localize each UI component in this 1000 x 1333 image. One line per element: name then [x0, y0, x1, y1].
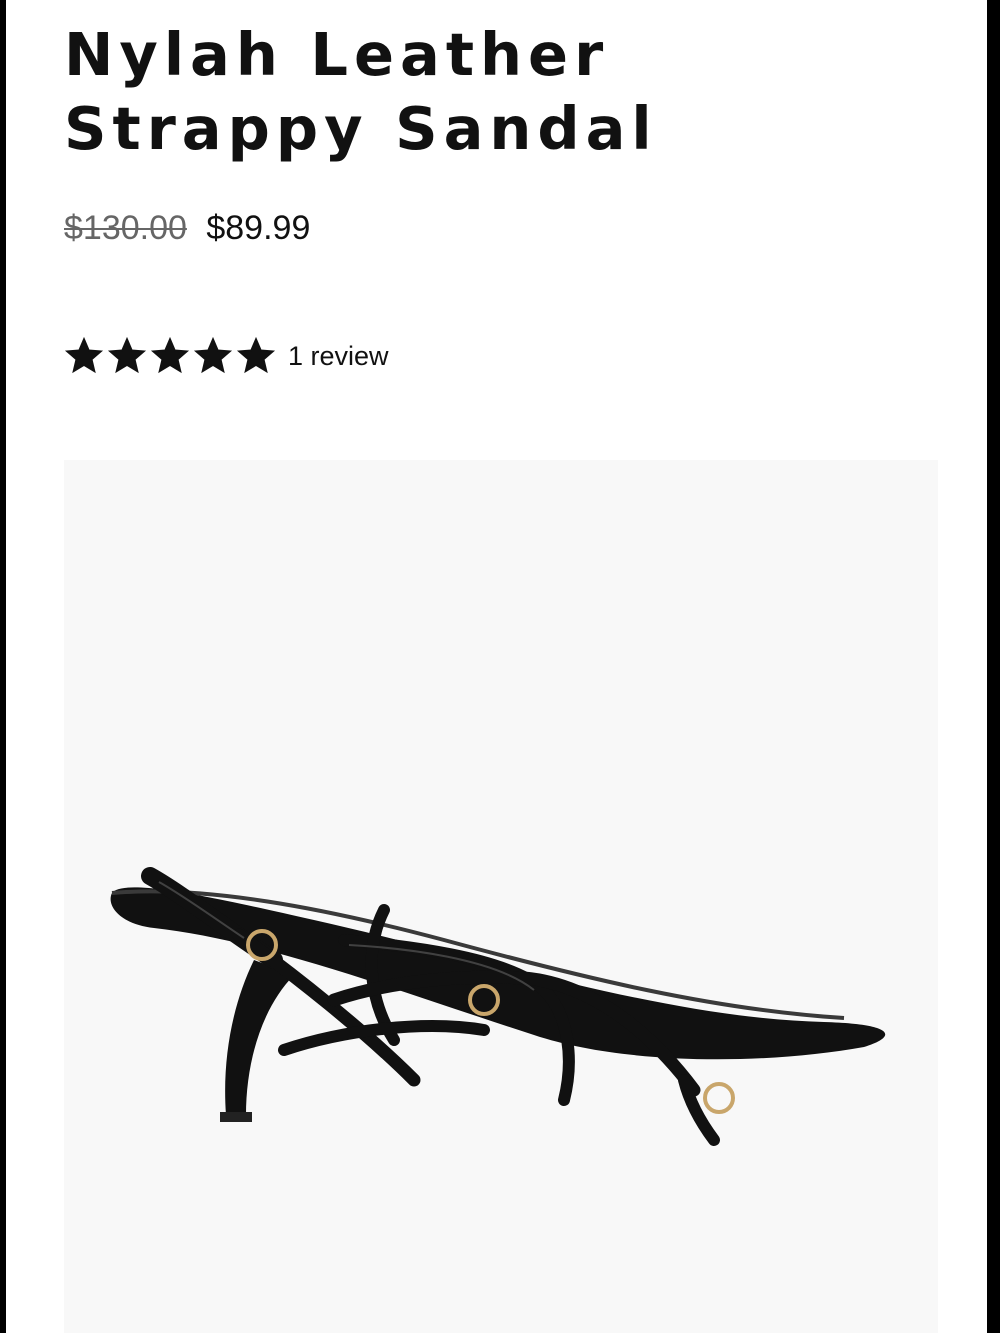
rating-row: 1 review: [64, 334, 389, 378]
sandal-heel: [225, 960, 294, 1115]
star-rating: [64, 336, 279, 376]
sandal-icon: [110, 867, 886, 1146]
sale-price: $89.99: [206, 209, 311, 247]
star-icon: [64, 336, 104, 374]
star-icon: [107, 336, 147, 374]
product-title-line-2: Strappy Sandal: [64, 94, 658, 163]
product-page: Nylah Leather Strappy Sandal $130.00 $89…: [6, 0, 987, 1333]
buckle-3: [703, 1082, 735, 1114]
product-image[interactable]: [64, 460, 938, 1333]
star-icon: [236, 336, 276, 374]
product-title: Nylah Leather Strappy Sandal: [64, 18, 944, 166]
review-count-link[interactable]: 1 review: [288, 341, 389, 372]
original-price: $130.00: [64, 209, 187, 247]
star-icon: [150, 336, 190, 374]
product-title-line-1: Nylah Leather: [64, 20, 610, 89]
star-icon: [193, 336, 233, 374]
price-row: $130.00 $89.99: [64, 206, 310, 250]
